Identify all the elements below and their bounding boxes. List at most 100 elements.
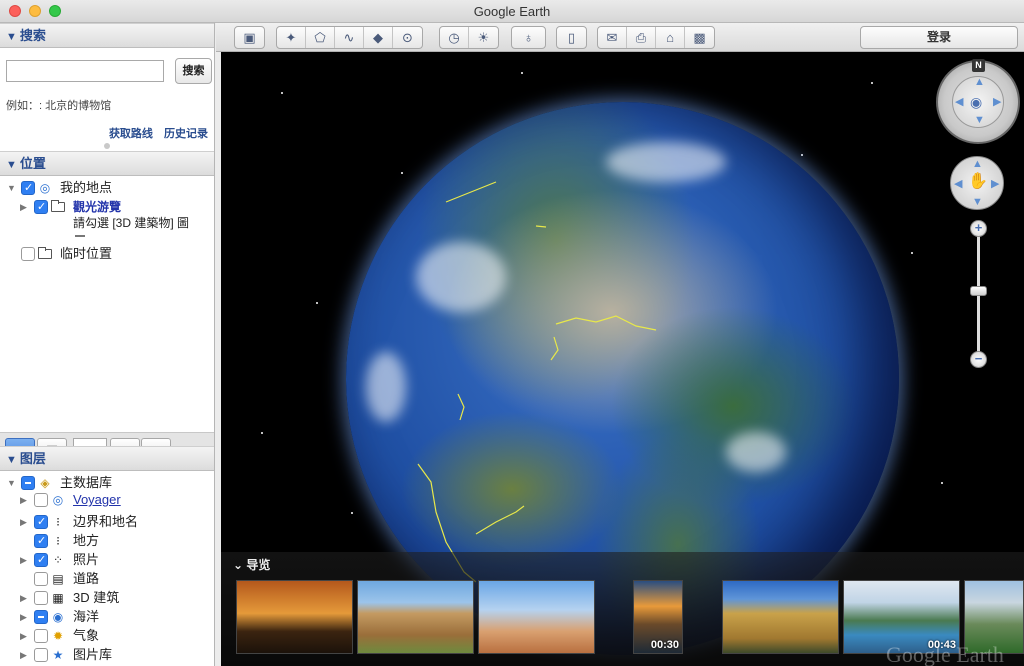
tour-thumbnail[interactable]: [722, 580, 839, 654]
tree-item-temporary-places[interactable]: 临时位置: [0, 245, 214, 263]
tour-thumbnail[interactable]: 00:30: [633, 580, 683, 654]
borders-labels-checkbox[interactable]: [34, 513, 48, 531]
star: [261, 432, 263, 434]
tour-thumbnail[interactable]: [236, 580, 353, 654]
collapse-triangle-icon: ▼: [6, 454, 17, 466]
voyager-checkbox[interactable]: [34, 493, 48, 507]
layer-voyager[interactable]: ▶ ◎ Voyager: [0, 491, 214, 509]
sunlight-icon[interactable]: ☀: [469, 27, 498, 48]
look-down-icon[interactable]: ▼: [974, 114, 985, 126]
ocean-checkbox[interactable]: [34, 610, 48, 624]
earth-viewport[interactable]: N ▲ ▼ ◀ ▶ ◉ ▲ ▼ ◀ ▶ ✋ + − ⌄ 导览 00:30 00:…: [221, 52, 1024, 666]
planet-switch-icon[interactable]: ♁: [512, 27, 545, 48]
look-control[interactable]: N ▲ ▼ ◀ ▶ ◉: [936, 59, 1020, 144]
north-indicator[interactable]: N: [972, 59, 985, 72]
gallery-checkbox[interactable]: [34, 648, 48, 662]
layer-gallery[interactable]: ▶ ★ 图片库: [0, 646, 214, 664]
expand-right-icon[interactable]: ▶: [20, 646, 30, 664]
close-window-button[interactable]: [9, 5, 21, 17]
view-in-maps-icon[interactable]: ⌂: [656, 27, 685, 48]
hand-icon: ✋: [968, 173, 988, 190]
collapse-triangle-icon: ▼: [6, 159, 17, 171]
layer-borders-labels[interactable]: ▶ ⁝ 边界和地名: [0, 513, 214, 531]
history-link[interactable]: 历史记录: [164, 128, 208, 140]
expand-right-icon[interactable]: ▶: [20, 551, 30, 569]
layer-3d-buildings[interactable]: ▶ ▦ 3D 建筑: [0, 589, 214, 607]
search-input[interactable]: [6, 60, 164, 82]
ruler-icon[interactable]: ▯: [557, 27, 586, 48]
add-items-group: ✦ ⬠ ∿ ◆ ⊙: [276, 26, 423, 49]
weather-checkbox[interactable]: [34, 629, 48, 643]
search-button[interactable]: 搜索: [175, 58, 212, 84]
expand-right-icon[interactable]: ▶: [20, 627, 30, 645]
search-links: 获取路线 历史记录: [101, 125, 208, 141]
temporary-places-checkbox[interactable]: [21, 247, 35, 261]
add-polygon-icon[interactable]: ⬠: [306, 27, 335, 48]
voyager-globe-icon: ◎: [52, 493, 64, 507]
add-image-overlay-icon[interactable]: ◆: [364, 27, 393, 48]
layer-roads[interactable]: ▤ 道路: [0, 570, 214, 588]
print-icon[interactable]: ⎙: [627, 27, 656, 48]
toggle-sidebar-icon[interactable]: ▣: [235, 27, 264, 48]
zoom-thumb[interactable]: [970, 286, 987, 296]
record-tour-icon[interactable]: ⊙: [393, 27, 422, 48]
minimize-window-button[interactable]: [29, 5, 41, 17]
layer-photos[interactable]: ▶ ⁘ 照片: [0, 551, 214, 569]
primary-database-checkbox[interactable]: [21, 476, 35, 490]
expand-down-icon[interactable]: ▼: [7, 179, 17, 197]
borders-dots-icon: ⁝: [56, 515, 60, 529]
sun-icon: ✹: [52, 629, 64, 643]
expand-down-icon[interactable]: ▼: [7, 474, 17, 492]
look-up-icon[interactable]: ▲: [974, 76, 985, 88]
3d-buildings-checkbox[interactable]: [34, 591, 48, 605]
zoom-slider[interactable]: + −: [970, 220, 987, 368]
places-panel-header[interactable]: ▼ 位置: [0, 151, 214, 176]
photos-checkbox[interactable]: [34, 551, 48, 569]
move-up-icon[interactable]: ▲: [972, 158, 983, 170]
window-title: Google Earth: [473, 4, 551, 19]
save-image-icon[interactable]: ▩: [685, 27, 714, 48]
expand-right-icon[interactable]: ▶: [20, 198, 30, 216]
historical-imagery-icon[interactable]: ◷: [440, 27, 469, 48]
tour-header[interactable]: ⌄ 导览: [233, 556, 270, 573]
my-places-checkbox[interactable]: [21, 179, 35, 197]
look-right-icon[interactable]: ▶: [993, 95, 1001, 108]
look-joystick[interactable]: ▲ ▼ ◀ ▶ ◉: [952, 76, 1004, 128]
roads-checkbox[interactable]: [34, 572, 48, 586]
add-placemark-icon[interactable]: ✦: [277, 27, 306, 48]
layer-places[interactable]: ⁝ 地方: [0, 532, 214, 550]
move-left-icon[interactable]: ◀: [954, 177, 962, 190]
layers-panel-header[interactable]: ▼ 图层: [0, 446, 214, 471]
zoom-window-button[interactable]: [49, 5, 61, 17]
main-toolbar: ▣ ✦ ⬠ ∿ ◆ ⊙ ◷ ☀ ♁ ▯ ✉ ⎙ ⌂ ▩ 登录: [216, 23, 1024, 52]
zoom-out-button[interactable]: −: [970, 351, 987, 368]
tour-thumbnail[interactable]: [478, 580, 595, 654]
tree-item-my-places[interactable]: ▼ ◎ 我的地点: [0, 179, 214, 197]
expand-right-icon[interactable]: ▶: [20, 491, 30, 509]
login-button[interactable]: 登录: [860, 26, 1018, 49]
eye-icon: ◉: [970, 94, 983, 110]
move-down-icon[interactable]: ▼: [972, 196, 983, 208]
places-checkbox[interactable]: [34, 532, 48, 550]
star: [281, 92, 283, 94]
splitter-handle[interactable]: [104, 143, 110, 149]
expand-right-icon[interactable]: ▶: [20, 589, 30, 607]
layers-stack-icon: ◈: [40, 476, 50, 490]
zoom-in-button[interactable]: +: [970, 220, 987, 237]
ruler-group: ▯: [556, 26, 587, 49]
search-panel-header[interactable]: ▼ 搜索: [0, 23, 214, 48]
email-icon[interactable]: ✉: [598, 27, 627, 48]
expand-right-icon[interactable]: ▶: [20, 608, 30, 626]
tour-thumbnail[interactable]: [357, 580, 474, 654]
star: [871, 82, 873, 84]
layer-weather[interactable]: ▶ ✹ 气象: [0, 627, 214, 645]
sightseeing-checkbox[interactable]: [34, 198, 48, 216]
add-path-icon[interactable]: ∿: [335, 27, 364, 48]
get-directions-link[interactable]: 获取路线: [109, 128, 153, 140]
layer-primary-database[interactable]: ▼ ◈ 主数据库: [0, 474, 214, 492]
move-right-icon[interactable]: ▶: [991, 177, 999, 190]
expand-right-icon[interactable]: ▶: [20, 513, 30, 531]
move-control[interactable]: ▲ ▼ ◀ ▶ ✋: [950, 156, 1004, 210]
look-left-icon[interactable]: ◀: [955, 95, 963, 108]
layer-ocean[interactable]: ▶ ◉ 海洋: [0, 608, 214, 626]
